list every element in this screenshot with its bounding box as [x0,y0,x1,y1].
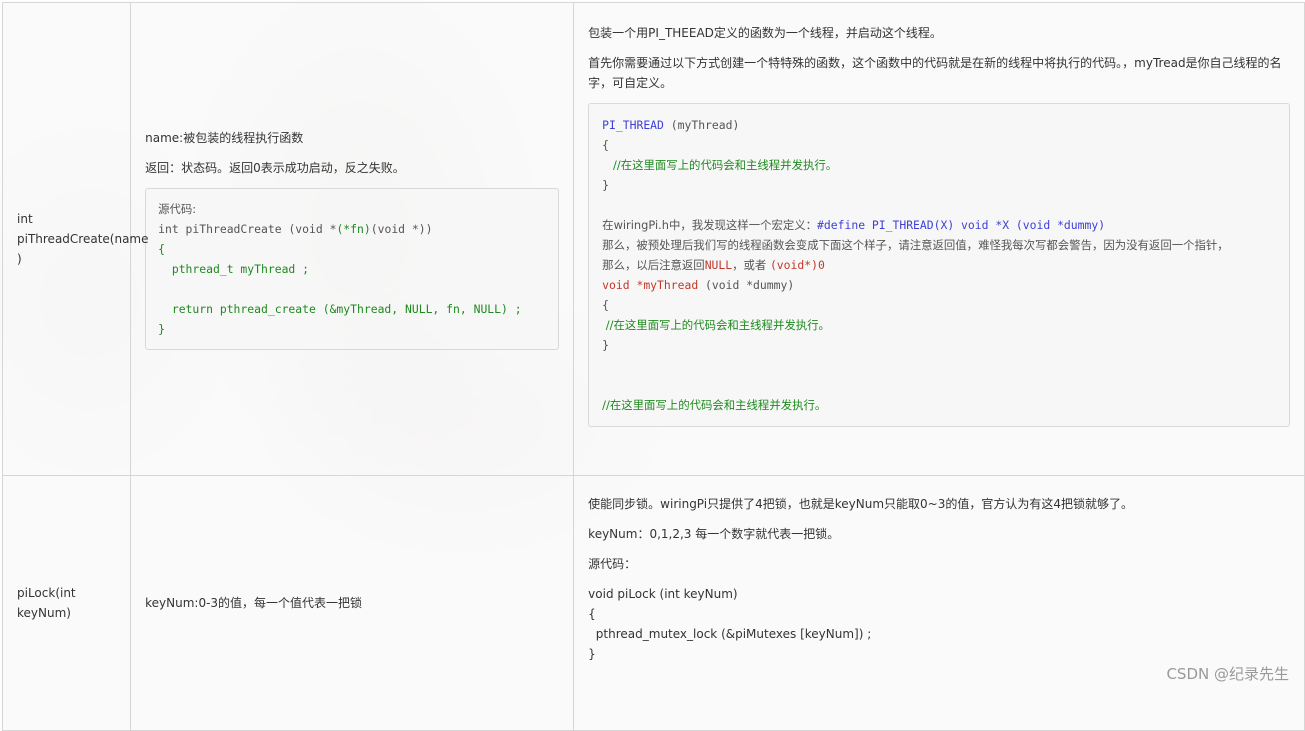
api-table: int piThreadCreate(name ) name:被包装的线程执行函… [1,2,1305,731]
table-row: int piThreadCreate(name ) name:被包装的线程执行函… [1,2,1305,476]
table-row: piLock(int keyNum) keyNum:0-3的值，每一个值代表一把… [1,475,1305,731]
function-signature-cell: int piThreadCreate(name ) [1,2,149,476]
parameters-cell: keyNum:0-3的值，每一个值代表一把锁 [130,475,575,731]
return-description: 返回：状态码。返回0表示成功启动，反之失败。 [145,161,405,175]
function-name: piThreadCreate(name [17,232,149,246]
csdn-watermark: CSDN @纪录先生 [1166,665,1289,683]
source-code-block: 源代码: int piThreadCreate (void *(*fn)(voi… [145,188,560,350]
param-description: keyNum:0-3的值，每一个值代表一把锁 [145,596,363,610]
source-code-label: 源代码： [588,557,637,571]
function-return-type: int [17,212,33,226]
function-name-end: ) [17,252,22,266]
example-code-block: PI_THREAD (myThread) { //在这里面写上的代码会和主线程并… [588,103,1290,427]
description-cell: 使能同步锁。wiringPi只提供了4把锁，也就是keyNum只能取0~3的值，… [573,475,1305,731]
description-keys: keyNum：0,1,2,3 每一个数字就代表一把锁。 [588,527,840,541]
source-code-text: void piLock (int keyNum) { pthread_mutex… [588,587,872,661]
parameters-cell: name:被包装的线程执行函数 返回：状态码。返回0表示成功启动，反之失败。 源… [130,2,575,476]
function-name: piLock(int keyNum) [17,586,76,620]
description-cell: 包装一个用PI_THEEAD定义的函数为一个线程，并启动这个线程。 首先你需要通… [573,2,1305,476]
description-detail: 首先你需要通过以下方式创建一个特特殊的函数，这个函数中的代码就是在新的线程中将执… [588,56,1282,90]
description-summary: 包装一个用PI_THEEAD定义的函数为一个线程，并启动这个线程。 [588,26,942,40]
param-description: name:被包装的线程执行函数 [145,131,304,145]
description-summary: 使能同步锁。wiringPi只提供了4把锁，也就是keyNum只能取0~3的值，… [588,497,1133,511]
function-signature-cell: piLock(int keyNum) [1,475,132,731]
